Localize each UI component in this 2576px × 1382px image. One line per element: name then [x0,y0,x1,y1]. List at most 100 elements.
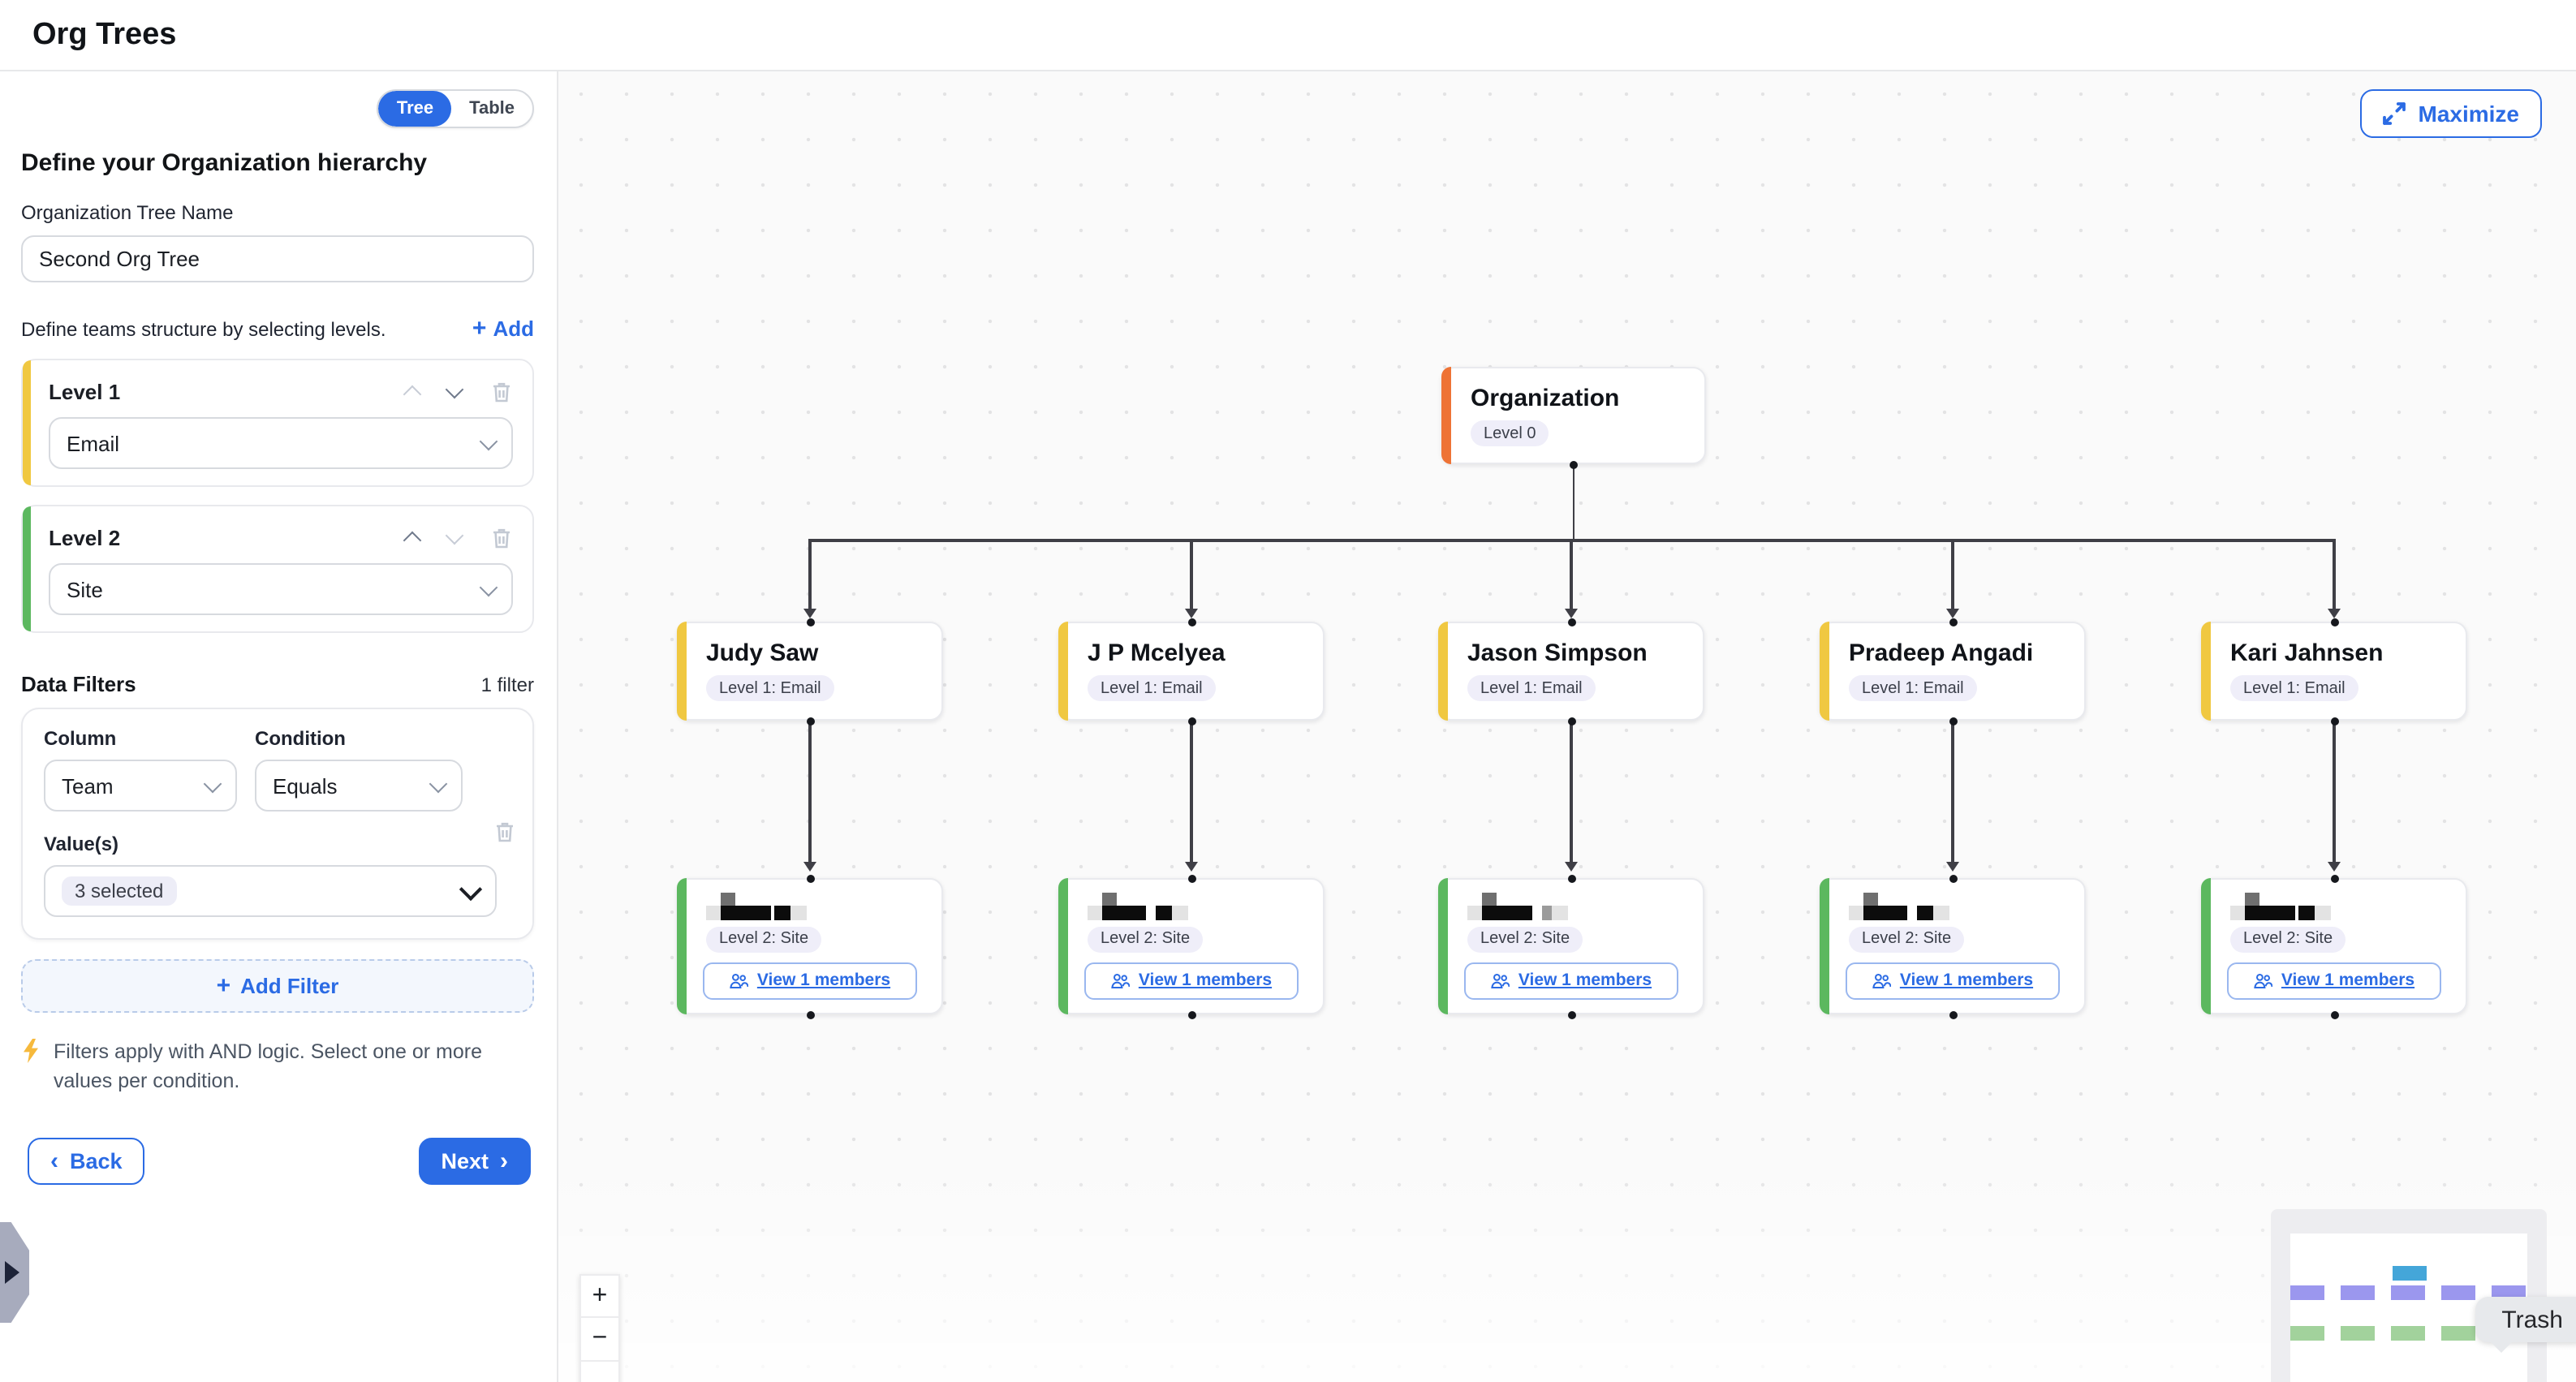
trash-tooltip: Trash [2475,1297,2576,1342]
lightning-icon [21,1039,41,1063]
tree-column: J P Mcelyea Level 1: Email Level 2: Site… [1058,622,1325,1014]
chevron-down-icon [480,432,498,450]
back-button[interactable]: ‹ Back [28,1138,145,1185]
view-members-button[interactable]: View 1 members [2227,962,2441,999]
chevron-down-icon [480,578,498,596]
node-title: Judy Saw [678,623,941,667]
fit-view-button[interactable] [579,1362,620,1382]
org-tree-canvas[interactable]: Maximize Organization Level 0 Judy Saw L… [558,71,2576,1382]
arrow-down-icon [1564,609,1577,618]
connector-handle [1949,1010,1957,1018]
chevron-down-icon [429,774,448,793]
minimap-node [2290,1285,2324,1300]
selected-count-pill: 3 selected [62,876,176,906]
tree-name-label: Organization Tree Name [21,201,534,224]
minimap-node [2391,1285,2425,1300]
org-level1-node[interactable]: Pradeep Angadi Level 1: Email [1820,622,2086,721]
org-level2-node[interactable]: Level 2: Site View 1 members [1058,878,1325,1014]
data-filters-title: Data Filters [21,672,136,696]
delete-level-button[interactable] [490,525,513,549]
levels-description: Define teams structure by selecting leve… [21,317,386,340]
node-title: Organization [1443,368,1704,412]
edge-line [808,721,811,865]
hierarchy-sidebar: Tree Table Define your Organization hier… [0,71,558,1382]
org-level2-node[interactable]: Level 2: Site View 1 members [2201,878,2467,1014]
view-members-button[interactable]: View 1 members [1846,962,2060,999]
minimap[interactable] [2271,1209,2547,1382]
org-level1-node[interactable]: Jason Simpson Level 1: Email [1438,622,1704,721]
view-members-button[interactable]: View 1 members [703,962,917,999]
delete-level-button[interactable] [490,379,513,403]
minimap-node [2441,1285,2475,1300]
edge-line [810,539,2336,541]
toggle-table[interactable]: Table [451,91,532,127]
connector-handle [806,717,814,725]
org-level1-node[interactable]: J P Mcelyea Level 1: Email [1058,622,1325,721]
connector-handle [2330,874,2338,882]
move-up-button[interactable] [406,381,419,401]
minimap-node [2341,1326,2375,1341]
org-level2-node[interactable]: Level 2: Site View 1 members [677,878,943,1014]
level-value-select[interactable]: Site [49,563,513,615]
trash-icon [493,820,516,844]
move-down-button[interactable] [448,528,461,546]
org-level2-node[interactable]: Level 2: Site View 1 members [1438,878,1704,1014]
users-icon [1872,971,1892,989]
connector-handle [806,618,814,626]
chevron-down-icon [459,877,482,900]
view-toggle: Tree Table [377,89,534,128]
column-label: Column [44,727,237,750]
org-level2-node[interactable]: Level 2: Site View 1 members [1820,878,2086,1014]
tree-column: Kari Jahnsen Level 1: Email Level 2: Sit… [2201,622,2467,1014]
level-badge: Level 1: Email [1467,675,1596,701]
delete-filter-button[interactable] [493,820,516,844]
redacted-name [1849,894,2084,922]
edge-line [1190,721,1192,865]
condition-select[interactable]: Equals [255,760,463,812]
connector-handle [1949,874,1957,882]
tree-column: Jason Simpson Level 1: Email Level 2: Si… [1438,622,1704,1014]
level-card-1: Level 1 Email [21,359,534,487]
move-up-button[interactable] [406,527,419,547]
arrow-down-icon [2327,609,2340,618]
view-members-button[interactable]: View 1 members [1464,962,1678,999]
level-value-select[interactable]: Email [49,417,513,469]
connector-handle [1187,874,1195,882]
org-level1-node[interactable]: Kari Jahnsen Level 1: Email [2201,622,2467,721]
org-level1-node[interactable]: Judy Saw Level 1: Email [677,622,943,721]
users-icon [1111,971,1131,989]
zoom-out-button[interactable]: − [579,1318,620,1362]
connector-handle [806,1010,814,1018]
condition-label: Condition [255,727,463,750]
filters-note: Filters apply with AND logic. Select one… [21,1037,484,1096]
node-title: Jason Simpson [1440,623,1703,667]
arrow-down-icon [803,609,816,618]
app-header: Org Trees [0,0,2576,71]
move-down-button[interactable] [448,382,461,400]
filter-count: 1 filter [481,673,534,695]
minimap-node [2290,1326,2324,1341]
redacted-name [1088,894,1323,922]
next-button[interactable]: Next › [418,1138,531,1185]
toggle-tree[interactable]: Tree [379,91,451,127]
view-members-button[interactable]: View 1 members [1084,962,1299,999]
edge-line [1951,721,1954,865]
edge-line [808,539,811,612]
connector-handle [2330,717,2338,725]
add-level-button[interactable]: + Add [472,316,534,341]
tree-name-input[interactable] [21,235,534,282]
level-badge: Level 1: Email [1088,675,1216,701]
edge-line [1573,464,1575,539]
column-select[interactable]: Team [44,760,237,812]
values-select[interactable]: 3 selected [44,865,497,917]
maximize-button[interactable]: Maximize [2360,89,2543,138]
maximize-icon [2383,102,2406,125]
redacted-name [2230,894,2466,922]
add-filter-button[interactable]: + Add Filter [21,959,534,1013]
zoom-in-button[interactable]: + [579,1274,620,1318]
page-title: Org Trees [32,17,176,53]
level-badge: Level 1: Email [1849,675,1977,701]
org-root-node[interactable]: Organization Level 0 [1441,367,1706,464]
arrow-down-icon [1945,609,1958,618]
trash-icon [490,379,513,403]
